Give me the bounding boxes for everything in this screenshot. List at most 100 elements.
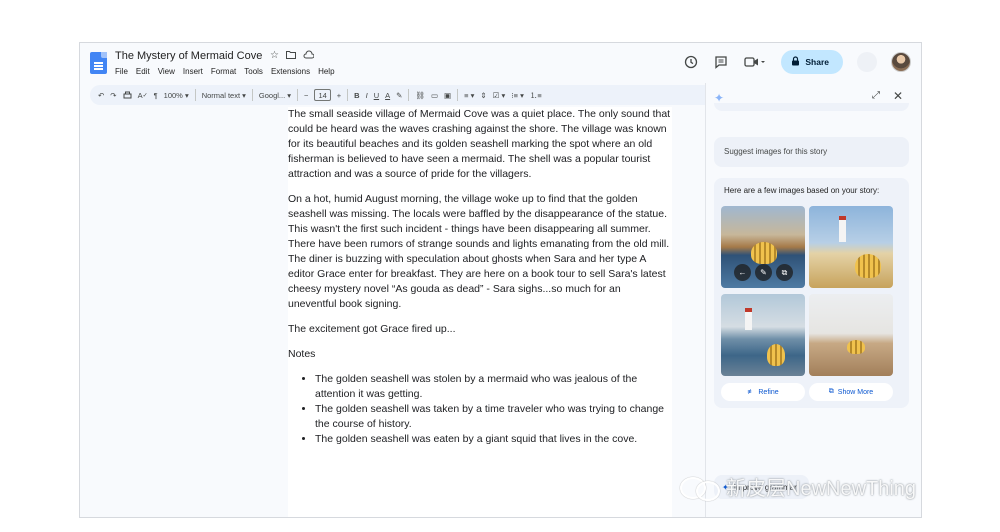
insert-image-icon[interactable]: ▣ <box>444 91 451 100</box>
paint-format-icon[interactable]: ¶ <box>154 91 158 100</box>
menu-insert[interactable]: Insert <box>183 67 203 76</box>
zoom-select[interactable]: 100% ▾ <box>164 91 189 100</box>
document-title[interactable]: The Mystery of Mermaid Cove <box>115 50 262 62</box>
lighthouse-graphic <box>839 216 846 242</box>
video-call-icon[interactable] <box>743 54 767 70</box>
refine-button[interactable]: ≢ Refine <box>721 383 805 401</box>
style-select[interactable]: Normal text ▾ <box>202 91 246 100</box>
toolbar-divider <box>194 89 196 101</box>
bold-button[interactable]: B <box>354 91 359 100</box>
add-comment-icon[interactable]: ▭ <box>431 91 438 100</box>
gallery-icon: ⧉ <box>828 388 834 395</box>
menu-tools[interactable]: Tools <box>244 67 263 76</box>
align-icon[interactable]: ≡ ▾ <box>464 91 474 100</box>
font-value: Googl... <box>258 90 286 100</box>
formatting-toolbar: ↶ ↷ A ✓ ¶ 100% ▾ Normal text ▾ Googl... ▾… <box>90 85 714 105</box>
avatar[interactable] <box>891 52 911 72</box>
suggested-image-3[interactable] <box>721 294 805 376</box>
watermark-text: 新皮层NewNewThing <box>726 478 917 500</box>
menu-bar: File Edit View Insert Format Tools Exten… <box>115 67 335 76</box>
back-icon[interactable]: ← <box>734 264 751 281</box>
suggested-image-4[interactable] <box>809 294 893 376</box>
redo-icon[interactable]: ↷ <box>110 91 116 100</box>
suggested-image-2[interactable] <box>809 206 893 288</box>
cloud-status-icon[interactable] <box>303 50 315 62</box>
font-size-field[interactable]: 14 <box>314 89 331 101</box>
lock-icon <box>791 56 800 68</box>
show-more-label: Show More <box>837 388 874 396</box>
paragraph[interactable]: On a hot, humid August morning, the vill… <box>288 192 672 312</box>
list-item[interactable]: The golden seashell was eaten by a giant… <box>315 432 672 447</box>
numbered-list-icon[interactable]: ⒈≡ <box>530 90 542 101</box>
highlight-icon[interactable]: ✎ <box>396 91 402 100</box>
seashell-graphic <box>751 242 777 264</box>
seashell-graphic <box>767 344 785 366</box>
gemini-side-panel: ✦ ⤢ ✕ Suggest images for this story Here… <box>705 83 916 517</box>
bulleted-list-icon[interactable]: ⁝≡ ▾ <box>511 91 524 100</box>
spellcheck-icon[interactable]: A ✓ <box>138 91 148 100</box>
notes-heading[interactable]: Notes <box>288 347 672 362</box>
menu-extensions[interactable]: Extensions <box>271 67 310 76</box>
document-page[interactable]: The small seaside village of Mermaid Cov… <box>288 107 672 517</box>
gemini-button[interactable] <box>857 52 877 72</box>
watermark: 新皮层NewNewThing <box>680 472 916 501</box>
comment-icon[interactable] <box>713 54 729 70</box>
bold-label: B <box>354 90 360 100</box>
refine-label: Refine <box>758 388 779 396</box>
undo-icon[interactable]: ↶ <box>98 91 104 100</box>
font-size-decrease-button[interactable]: − <box>304 91 308 100</box>
menu-view[interactable]: View <box>158 67 175 76</box>
image-actions: ← ✎ ⧉ <box>734 264 793 281</box>
share-button[interactable]: Share <box>781 50 843 74</box>
toolbar-divider <box>251 89 253 101</box>
font-size-increase-button[interactable]: + <box>337 91 341 100</box>
text-color-label: A <box>385 90 391 100</box>
menu-help[interactable]: Help <box>318 67 334 76</box>
header-actions: Share <box>683 50 911 74</box>
checklist-icon[interactable]: ☑ ▾ <box>493 91 506 100</box>
edit-image-icon[interactable]: ✎ <box>755 264 772 281</box>
title-icons: ☆ <box>270 50 315 62</box>
paragraph[interactable]: The small seaside village of Mermaid Cov… <box>288 107 672 182</box>
menu-edit[interactable]: Edit <box>136 67 150 76</box>
font-select[interactable]: Googl... ▾ <box>259 91 291 100</box>
print-icon[interactable] <box>123 91 132 100</box>
zoom-value: 100% <box>163 90 183 100</box>
close-icon[interactable]: ✕ <box>893 89 903 103</box>
underline-label: U <box>373 90 380 100</box>
suggested-image-1[interactable]: ← ✎ ⧉ <box>721 206 805 288</box>
menu-format[interactable]: Format <box>211 67 236 76</box>
history-icon[interactable] <box>683 54 699 70</box>
toolbar-divider <box>408 89 410 101</box>
star-icon[interactable]: ☆ <box>270 50 279 62</box>
response-intro: Here are a few images based on your stor… <box>724 186 880 195</box>
copy-image-icon[interactable]: ⧉ <box>776 264 793 281</box>
font-size-value: 14 <box>314 89 331 101</box>
toolbar-divider <box>297 89 299 101</box>
wechat-logo-icon <box>680 475 720 501</box>
line-spacing-icon[interactable]: ⇕ <box>480 91 486 100</box>
italic-label: I <box>365 90 368 100</box>
toolbar-divider <box>457 89 459 101</box>
expand-icon[interactable]: ⤢ <box>872 90 880 101</box>
show-more-button[interactable]: ⧉ Show More <box>809 383 893 401</box>
underline-button[interactable]: U <box>374 91 379 100</box>
menu-file[interactable]: File <box>115 67 128 76</box>
paragraph[interactable]: The excitement got Grace fired up... <box>288 322 672 337</box>
link-icon[interactable]: ⛓ <box>415 91 425 100</box>
list-item[interactable]: The golden seashell was stolen by a merm… <box>315 372 672 402</box>
refine-icon: ≢ <box>747 388 755 396</box>
list-item[interactable]: The golden seashell was taken by a time … <box>315 402 672 432</box>
previous-response-card <box>714 103 909 111</box>
user-prompt: Suggest images for this story <box>714 137 909 167</box>
lighthouse-graphic <box>745 308 752 330</box>
seashell-graphic <box>847 340 865 354</box>
italic-button[interactable]: I <box>366 91 368 100</box>
seashell-graphic <box>855 254 881 278</box>
folder-move-icon[interactable] <box>285 50 296 62</box>
text-color-button[interactable]: A <box>385 91 390 100</box>
document-body[interactable]: The small seaside village of Mermaid Cov… <box>288 107 672 447</box>
docs-logo-icon[interactable] <box>90 52 107 74</box>
style-value: Normal text <box>201 90 241 100</box>
toolbar-divider <box>347 89 349 101</box>
